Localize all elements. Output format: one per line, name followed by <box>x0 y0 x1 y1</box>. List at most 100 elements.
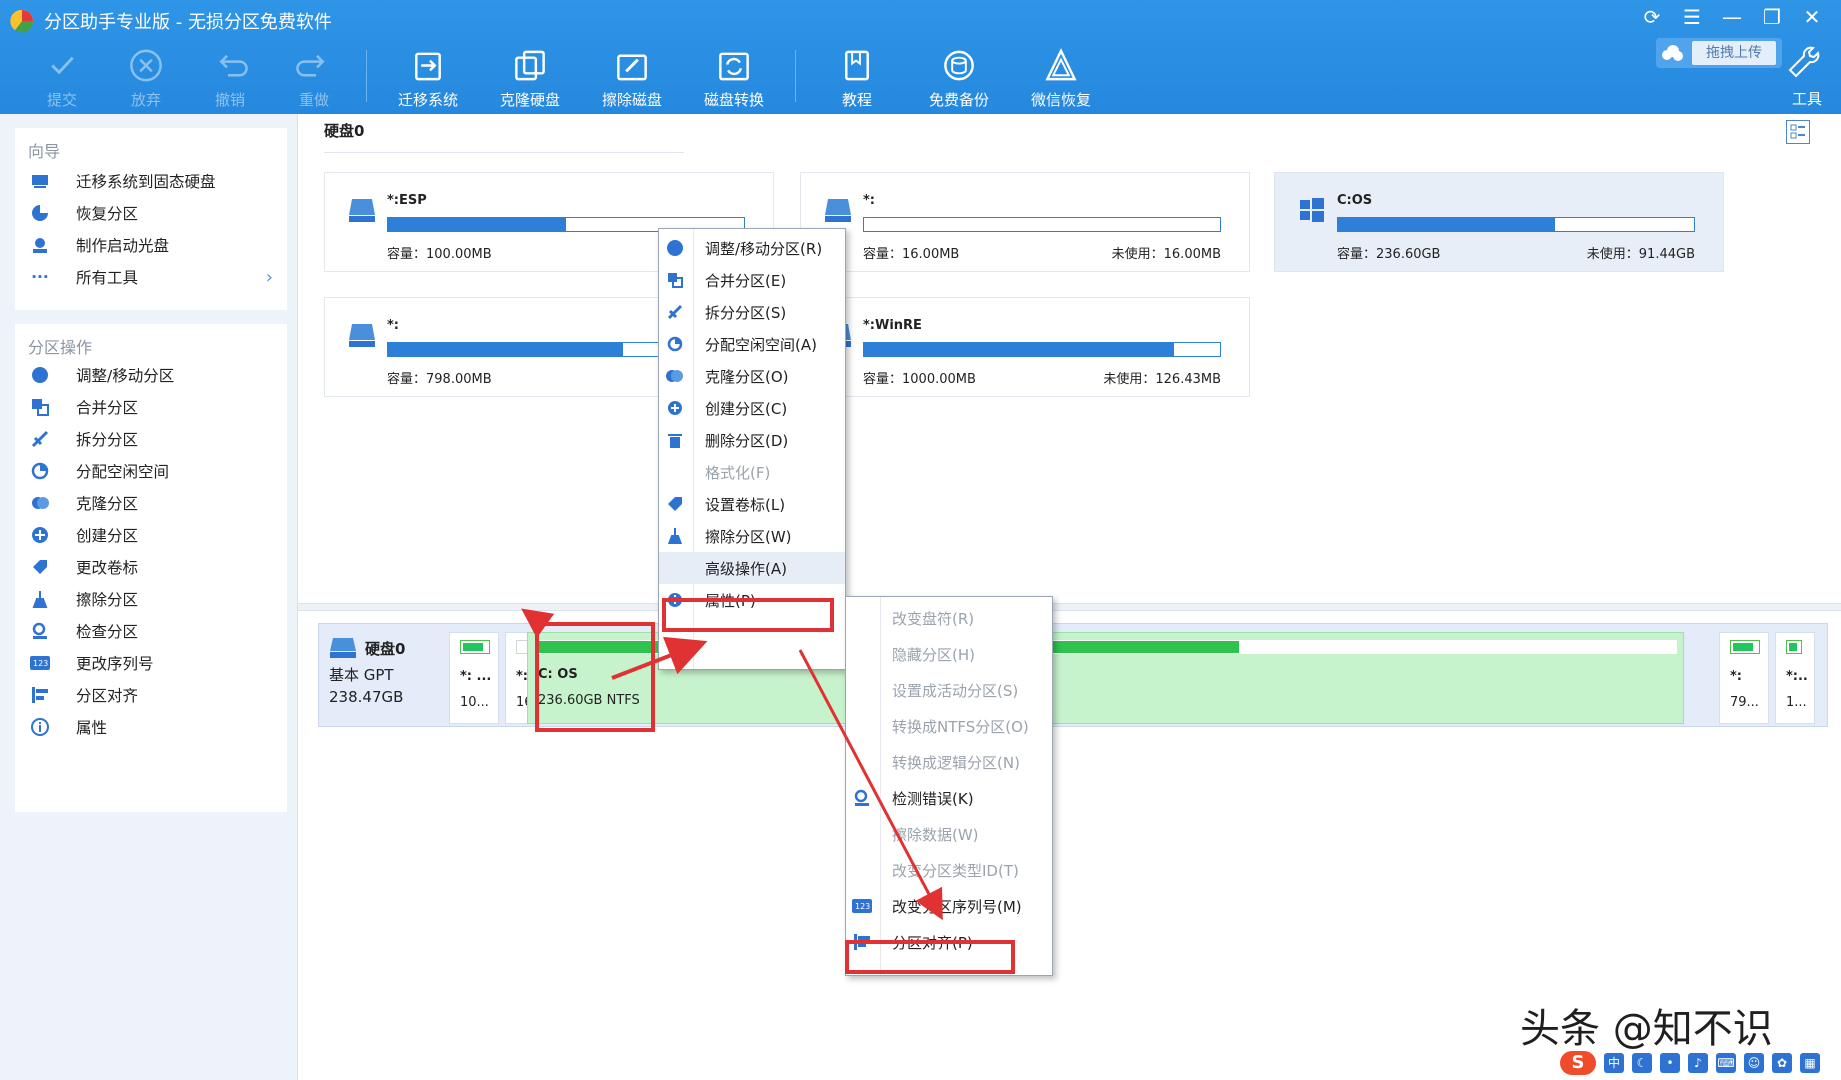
submenu-item-to-ntfs[interactable]: 转换成NTFS分区(O) <box>846 710 1052 742</box>
serial-number-icon: 123 <box>29 652 51 674</box>
app-logo-icon <box>10 9 34 33</box>
ime-punct-icon[interactable]: • <box>1660 1053 1680 1073</box>
sidebar-item-split[interactable]: 拆分分区 <box>29 424 279 454</box>
sogou-ime-icon[interactable]: S <box>1560 1051 1596 1075</box>
sidebar-item-allocate[interactable]: 分配空闲空间 <box>29 456 279 486</box>
sidebar-item-restore-partition[interactable]: 恢复分区 <box>29 198 279 228</box>
usage-bar <box>863 217 1221 232</box>
disk-map-partition[interactable]: *: 79... <box>1719 632 1769 724</box>
menu-item-label: 创建分区(C) <box>705 399 788 418</box>
sidebar-item-boot-disc[interactable]: 制作启动光盘 <box>29 230 279 260</box>
disk-type: 基本 GPT <box>329 666 394 684</box>
sidebar-item-properties[interactable]: 属性 <box>29 712 279 742</box>
undo-button[interactable]: 撤销 <box>188 46 272 110</box>
menu-item-delete[interactable]: 删除分区(D) <box>659 424 845 456</box>
chevron-right-icon: › <box>265 266 273 288</box>
discard-button[interactable]: 放弃 <box>104 46 188 110</box>
migrate-os-button[interactable]: 迁移系统 <box>377 46 479 110</box>
refresh-icon[interactable]: ⟳ <box>1641 6 1663 28</box>
sidebar-item-wipe[interactable]: 擦除分区 <box>29 584 279 614</box>
submenu-item-type-id[interactable]: 改变分区类型ID(T) <box>846 854 1052 886</box>
sidebar-item-align[interactable]: 分区对齐 <box>29 680 279 710</box>
menu-item-resize[interactable]: 调整/移动分区(R) <box>659 232 845 264</box>
app-window: 分区助手专业版 - 无损分区免费软件 提交 放弃 撤销 重做 迁移系统 克隆硬盘… <box>0 0 1841 1080</box>
menu-icon[interactable]: ☰ <box>1681 6 1703 28</box>
sidebar-item-all-tools[interactable]: ··· 所有工具 › <box>29 262 279 292</box>
submenu-item-wipe-data[interactable]: 擦除数据(W) <box>846 818 1052 850</box>
sidebar-item-label: 属性 <box>76 719 108 737</box>
menu-item-clone[interactable]: 克隆分区(O) <box>659 360 845 392</box>
ime-user-icon[interactable]: ☺ <box>1744 1053 1764 1073</box>
more-dots-icon: ··· <box>31 268 49 286</box>
view-toggle-icon[interactable] <box>1786 120 1810 144</box>
ime-moon-icon[interactable]: ☾ <box>1632 1053 1652 1073</box>
disk-map-partition[interactable]: *: ... 10... <box>449 632 499 724</box>
menu-item-format[interactable]: 格式化(F) <box>659 456 845 488</box>
allocate-pie-icon <box>665 334 685 354</box>
sidebar-item-merge[interactable]: 合并分区 <box>29 392 279 422</box>
submenu-item-change-letter[interactable]: 改变盘符(R) <box>846 602 1052 634</box>
tools-button[interactable]: 工具 <box>1782 46 1832 109</box>
menu-item-allocate[interactable]: 分配空闲空间(A) <box>659 328 845 360</box>
main-panel: 硬盘0 *:ESP 容量：100.00MB 未使 *: 容量：16.00MB 未… <box>298 114 1841 1080</box>
submenu-item-hide[interactable]: 隐藏分区(H) <box>846 638 1052 670</box>
menu-item-set-label[interactable]: 设置卷标(L) <box>659 488 845 520</box>
redo-button[interactable]: 重做 <box>272 46 356 110</box>
panel-splitter[interactable] <box>298 603 1841 611</box>
wipe-disk-icon <box>617 54 647 81</box>
sidebar-item-clone[interactable]: 克隆分区 <box>29 488 279 518</box>
convert-disk-button[interactable]: 磁盘转换 <box>683 46 785 110</box>
ime-keyboard-icon[interactable]: ⌨ <box>1716 1053 1736 1073</box>
minimize-button[interactable]: — <box>1721 6 1743 28</box>
usage-fill <box>388 343 623 356</box>
partition-name: *: <box>863 193 875 208</box>
merge-icon <box>29 396 51 418</box>
menu-item-label: 擦除数据(W) <box>892 825 979 844</box>
submenu-item-serial[interactable]: 123 改变分区序列号(M) <box>846 890 1052 922</box>
sidebar-item-label: 更改卷标 <box>76 559 139 577</box>
partition-card[interactable]: *: 容量：16.00MB 未使用：16.00MB <box>800 172 1250 272</box>
wipe-disk-button[interactable]: 擦除磁盘 <box>581 46 683 110</box>
ime-skin-icon[interactable]: ✿ <box>1772 1053 1792 1073</box>
sidebar-item-label-change[interactable]: 更改卷标 <box>29 552 279 582</box>
submenu-item-set-active[interactable]: 设置成活动分区(S) <box>846 674 1052 706</box>
disk-map-partition[interactable]: *:.. 1... <box>1775 632 1815 724</box>
close-button[interactable]: ✕ <box>1801 6 1823 28</box>
sidebar-item-create[interactable]: 创建分区 <box>29 520 279 550</box>
wechat-recovery-button[interactable]: 微信恢复 <box>1010 46 1112 110</box>
partition-card-selected[interactable]: C:OS 容量：236.60GB 未使用：91.44GB <box>1274 172 1724 272</box>
create-icon <box>665 398 685 418</box>
upload-widget[interactable]: 拖拽上传 <box>1656 38 1782 68</box>
wrench-icon <box>1788 46 1820 78</box>
clone-disk-button[interactable]: 克隆硬盘 <box>479 46 581 110</box>
restore-button[interactable]: ❐ <box>1761 6 1783 28</box>
drive-icon <box>349 199 375 222</box>
ime-grid-icon[interactable]: ▦ <box>1800 1053 1820 1073</box>
menu-item-split[interactable]: 拆分分区(S) <box>659 296 845 328</box>
ime-chinese-icon[interactable]: 中 <box>1604 1053 1624 1073</box>
submenu-item-check-errors[interactable]: 检测错误(K) <box>846 782 1052 814</box>
annotation-box-align <box>845 940 1015 974</box>
undo-icon <box>219 54 248 77</box>
menu-item-merge[interactable]: 合并分区(E) <box>659 264 845 296</box>
submit-button[interactable]: 提交 <box>20 46 104 110</box>
free-backup-button[interactable]: 免费备份 <box>908 46 1010 110</box>
menu-item-advanced[interactable]: 高级操作(A) <box>659 552 845 584</box>
sidebar-item-serial[interactable]: 123 更改序列号 <box>29 648 279 678</box>
ime-mic-icon[interactable]: ♪ <box>1688 1053 1708 1073</box>
convert-disk-icon <box>719 52 749 81</box>
menu-item-create[interactable]: 创建分区(C) <box>659 392 845 424</box>
partition-card[interactable]: *:WinRE 容量：1000.00MB 未使用：126.43MB <box>800 297 1250 397</box>
menu-item-label: 高级操作(A) <box>705 559 787 578</box>
submenu-item-to-logical[interactable]: 转换成逻辑分区(N) <box>846 746 1052 778</box>
sidebar-item-migrate-ssd[interactable]: 迁移系统到固态硬盘 <box>29 166 279 196</box>
disk-info[interactable]: 硬盘0 基本 GPT 238.47GB <box>329 632 423 720</box>
menu-item-wipe[interactable]: 擦除分区(W) <box>659 520 845 552</box>
info-icon <box>29 716 51 738</box>
sidebar-item-resize[interactable]: 调整/移动分区 <box>29 360 279 390</box>
migrate-os-label: 迁移系统 <box>397 91 458 109</box>
mini-usage-bar <box>460 640 490 654</box>
sidebar-item-check[interactable]: 检查分区 <box>29 616 279 646</box>
tutorial-button[interactable]: 教程 <box>806 46 908 110</box>
trash-icon <box>665 430 685 450</box>
